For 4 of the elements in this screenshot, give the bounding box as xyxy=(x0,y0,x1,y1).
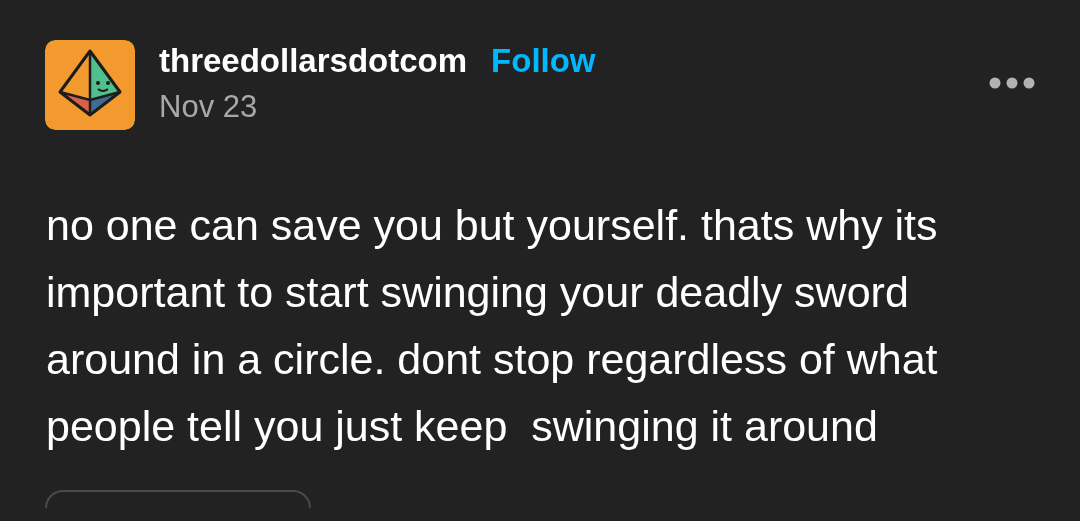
post-text: no one can save you but yourself. thats why its important to start swinging your deadly sword around in a circle. dont stop regardless of what people tell you just keep swinging it around xyxy=(46,200,939,452)
follow-link[interactable]: Follow xyxy=(491,44,596,77)
username[interactable]: threedollarsdotcom xyxy=(159,44,468,77)
post-date: Nov 23 xyxy=(159,91,259,122)
